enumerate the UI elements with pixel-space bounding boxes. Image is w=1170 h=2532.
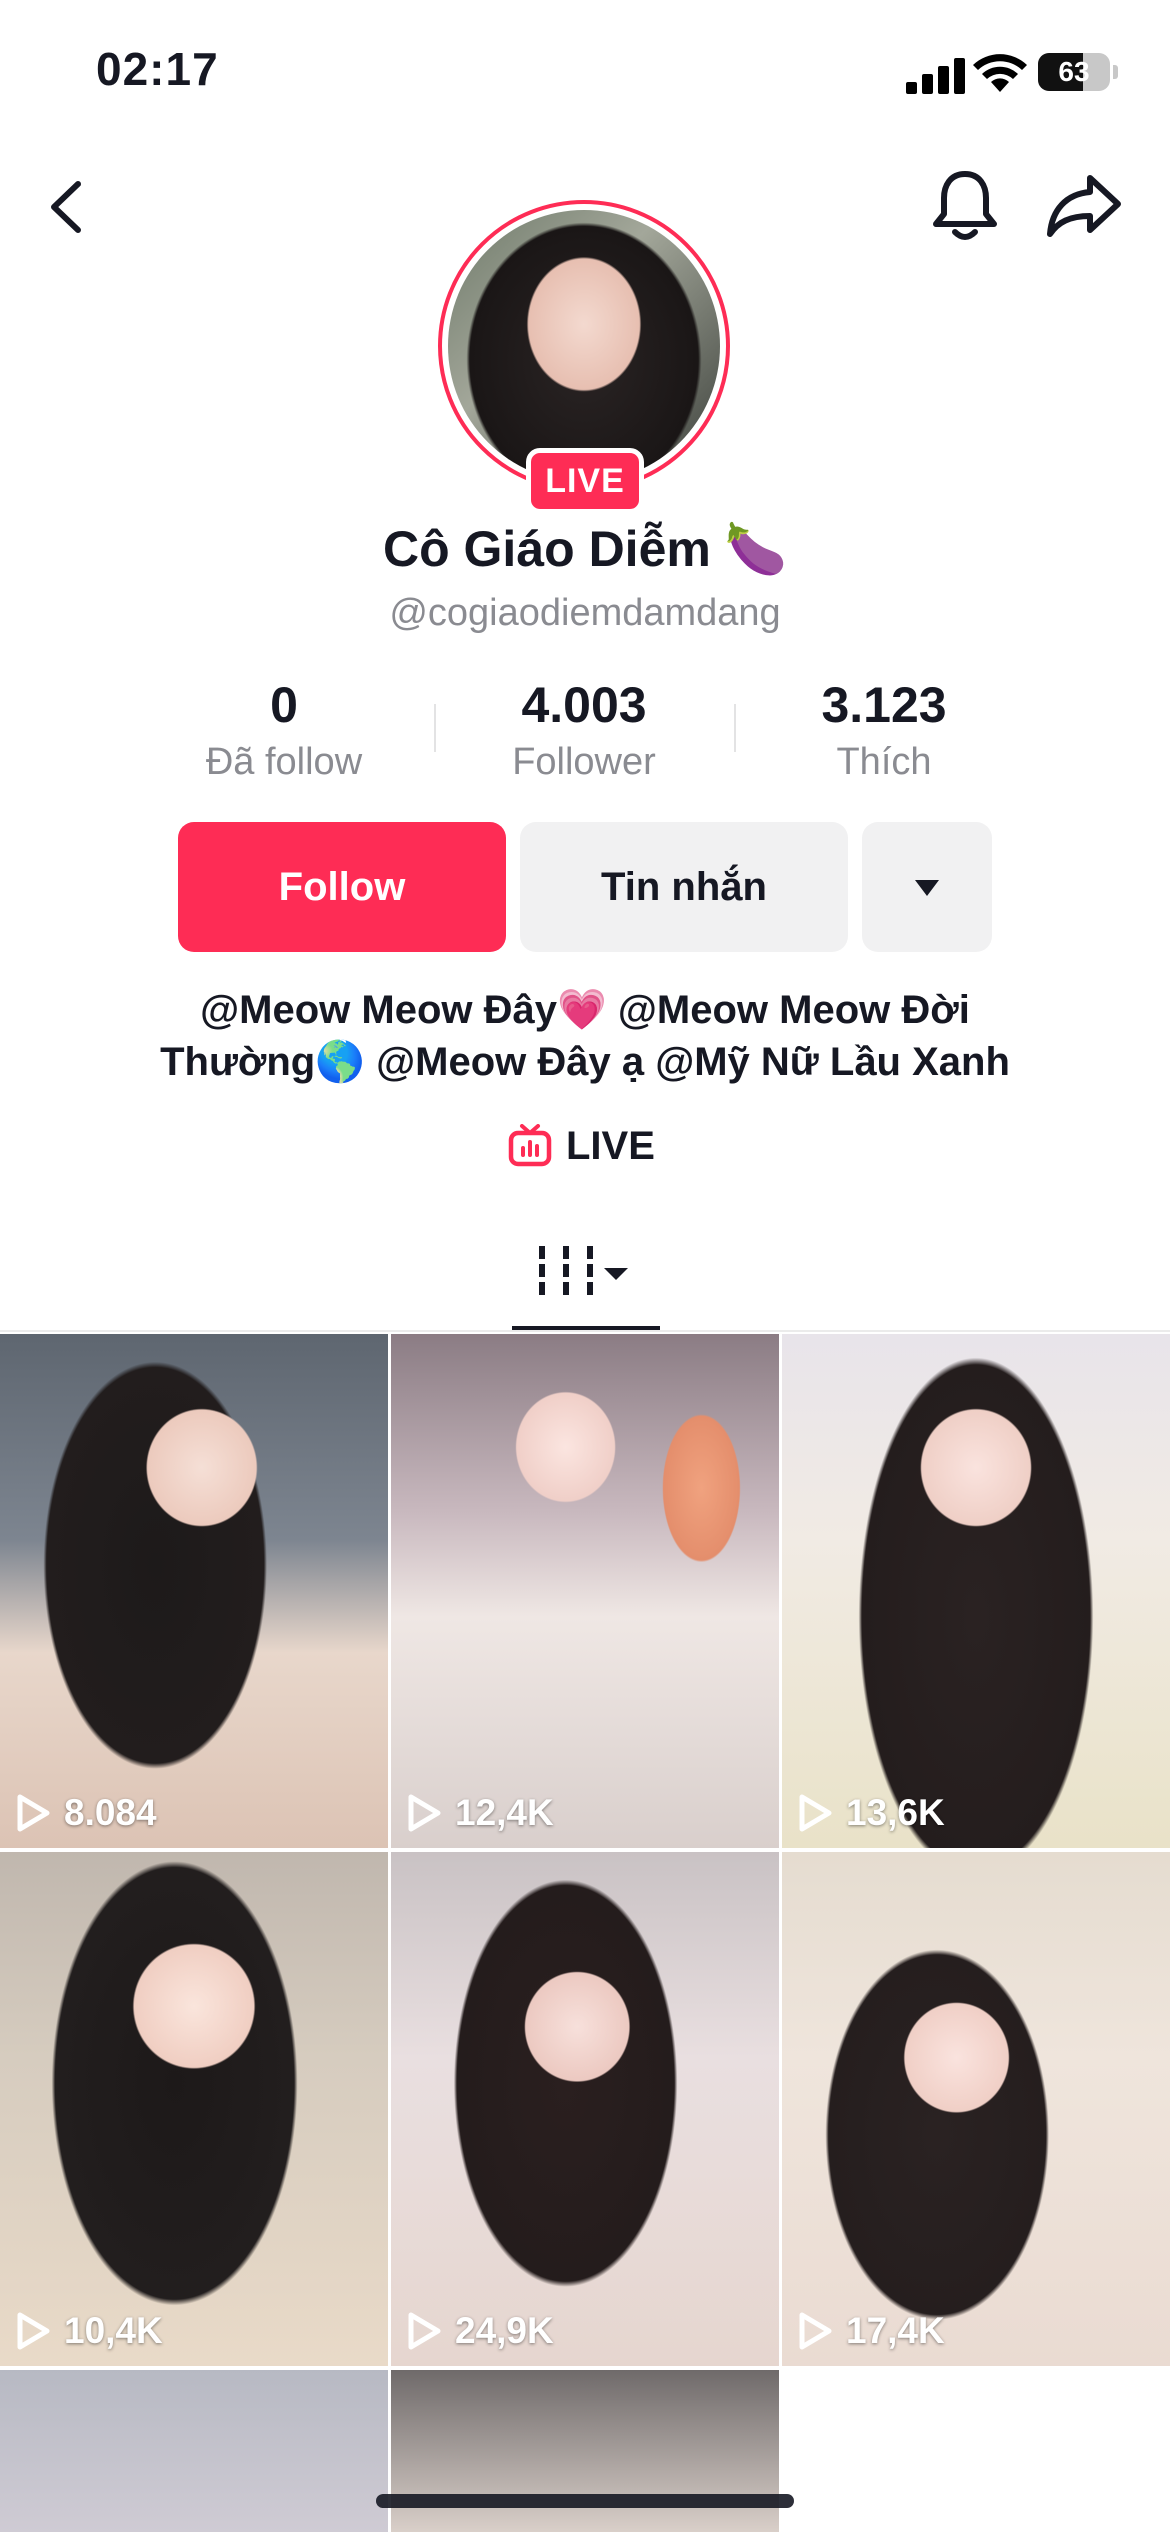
view-count-text: 12,4K (455, 1792, 554, 1833)
play-icon (17, 1794, 50, 1832)
view-count-text: 8.084 (64, 1792, 157, 1833)
view-count: 12,4K (407, 1792, 554, 1834)
bio-line: @Meow Meow Đây💗 @Meow Meow Đời (200, 988, 970, 1032)
stat-likes[interactable]: 3.123 Thích (734, 674, 1034, 786)
video-thumbnail[interactable]: 24,9K (391, 1852, 779, 2366)
display-name: Cô Giáo Diễm 🍆 (383, 521, 787, 577)
likes-label: Thích (836, 741, 932, 783)
following-label: Đã follow (205, 741, 363, 783)
video-thumbnail[interactable]: 17,4K (782, 1852, 1170, 2366)
chevron-down-icon (915, 880, 939, 896)
bio: @Meow Meow Đây💗 @Meow Meow Đời Thường🌎 @… (120, 984, 1050, 1088)
play-icon (799, 1794, 832, 1832)
status-bar: 02:17 63 (0, 0, 1170, 140)
following-count: 0 (270, 677, 298, 733)
stat-following[interactable]: 0 Đã follow (134, 674, 434, 786)
tab-divider (0, 1330, 1170, 1332)
view-count: 10,4K (16, 2310, 163, 2352)
cellular-signal-icon (906, 56, 968, 94)
tab-videos[interactable] (512, 1228, 660, 1332)
view-count-text: 17,4K (846, 2310, 945, 2351)
live-link[interactable]: LIVE (508, 1116, 655, 1176)
more-options-button[interactable] (862, 822, 992, 952)
follow-button[interactable]: Follow (178, 822, 506, 952)
battery-level: 63 (1058, 56, 1090, 87)
battery-icon: 63 (1038, 53, 1118, 91)
wifi-icon (973, 54, 1027, 92)
video-thumbnail[interactable]: 13,6K (782, 1334, 1170, 1848)
share-icon[interactable] (1044, 170, 1124, 240)
avatar-image (448, 210, 720, 482)
view-count: 24,9K (407, 2310, 554, 2352)
username: @cogiaodiemdamdang (389, 592, 781, 634)
followers-label: Follower (512, 741, 656, 783)
videos-grid-icon (539, 1246, 628, 1296)
video-thumbnail[interactable]: 10,4K (0, 1852, 388, 2366)
play-icon (408, 1794, 441, 1832)
video-thumbnail[interactable]: 8.084 (0, 1334, 388, 1848)
view-count: 8.084 (16, 1792, 157, 1834)
live-badge[interactable]: LIVE (526, 448, 644, 514)
back-icon[interactable] (40, 172, 96, 242)
stat-followers[interactable]: 4.003 Follower (434, 674, 734, 786)
play-icon (799, 2312, 832, 2350)
message-button[interactable]: Tin nhắn (520, 822, 848, 952)
bio-line: Thường🌎 @Meow Đây ạ @Mỹ Nữ Lầu Xanh (160, 1040, 1010, 1084)
play-icon (17, 2312, 50, 2350)
video-thumbnail[interactable] (0, 2370, 388, 2532)
view-count-text: 24,9K (455, 2310, 554, 2351)
video-thumbnail[interactable]: 12,4K (391, 1334, 779, 1848)
bell-icon[interactable] (930, 166, 1000, 242)
followers-count: 4.003 (521, 677, 647, 733)
status-time: 02:17 (96, 43, 219, 95)
live-tv-icon (508, 1124, 552, 1167)
view-count: 13,6K (798, 1792, 945, 1834)
view-count-text: 10,4K (64, 2310, 163, 2351)
view-count-text: 13,6K (846, 1792, 945, 1833)
play-icon (408, 2312, 441, 2350)
home-indicator (376, 2494, 794, 2508)
view-count: 17,4K (798, 2310, 945, 2352)
live-link-label: LIVE (566, 1123, 655, 1168)
likes-count: 3.123 (821, 677, 947, 733)
